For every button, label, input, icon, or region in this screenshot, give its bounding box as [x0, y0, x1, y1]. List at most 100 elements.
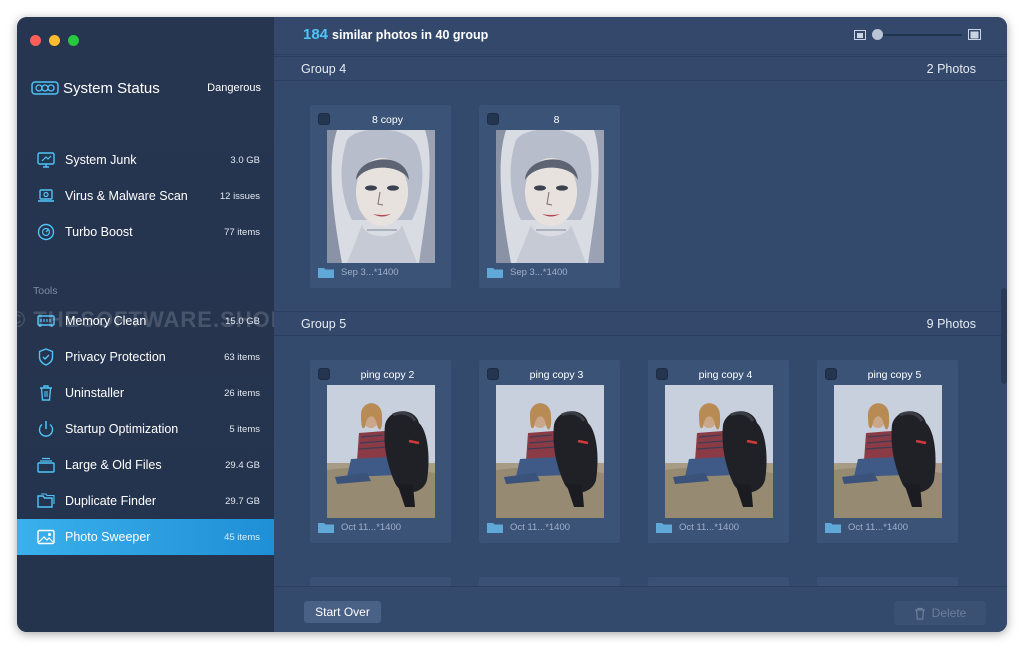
shield-check-icon [37, 348, 55, 366]
photo-card[interactable]: ping copy 2 Oct 11...*1400 [310, 360, 451, 543]
sidebar: System Status Dangerous System Junk 3.0 … [17, 17, 274, 632]
photo-card[interactable]: ping copy 4 Oct 11...*1400 [648, 360, 789, 543]
photo-card-partial[interactable] [310, 577, 451, 586]
photo-checkbox[interactable] [487, 368, 499, 380]
delete-button-label: Delete [931, 606, 967, 620]
photo-checkbox[interactable] [318, 113, 330, 125]
sidebar-item-privacy-protection[interactable]: Privacy Protection 63 items [17, 339, 274, 375]
photo-meta: Oct 11...*1400 [318, 522, 401, 533]
sidebar-item-count: 63 items [224, 351, 260, 363]
photo-meta-text: Sep 3...*1400 [341, 267, 399, 278]
photo-checkbox[interactable] [487, 113, 499, 125]
trash-icon [37, 384, 55, 402]
sidebar-item-label: Privacy Protection [65, 350, 166, 364]
sidebar-item-label: Turbo Boost [65, 225, 133, 239]
group-name: Group 4 [301, 62, 347, 76]
trash-icon [914, 607, 925, 620]
app-window: System Status Dangerous System Junk 3.0 … [17, 17, 1007, 632]
photo-card[interactable]: ping copy 5 Oct 11...*1400 [817, 360, 958, 543]
results-summary: 184 similar photos in 40 group [303, 26, 488, 43]
sidebar-item-label: System Junk [65, 153, 137, 167]
photo-card-partial[interactable] [479, 577, 620, 586]
girl-with-dog-image [496, 385, 604, 518]
photo-card-partial[interactable] [648, 577, 789, 586]
photo-thumbnail[interactable] [327, 130, 435, 263]
photo-name: ping copy 5 [867, 369, 922, 381]
action-bar: Start Over Delete [274, 586, 1007, 632]
sidebar-item-count: 29.4 GB [225, 459, 260, 471]
delete-button[interactable]: Delete [894, 601, 986, 625]
photo-meta-text: Oct 11...*1400 [679, 522, 740, 533]
photo-card[interactable]: 8 copy Sep 3...*1400 [310, 105, 451, 288]
photo-card[interactable]: 8 Sep 3...*1400 [479, 105, 620, 288]
photo-meta: Sep 3...*1400 [487, 267, 568, 278]
photo-groups-list[interactable]: Group 4 2 Photos 8 copy Sep 3...*1400 8 … [274, 56, 1007, 586]
girl-with-dog-image [327, 385, 435, 518]
sidebar-item-memory-clean[interactable]: Memory Clean 15.0 GB [17, 303, 274, 339]
photo-meta: Oct 11...*1400 [487, 522, 570, 533]
photo-thumbnail[interactable] [496, 385, 604, 518]
laptop-scan-icon [37, 187, 55, 205]
folder-icon [656, 523, 672, 533]
photo-thumbnail[interactable] [496, 130, 604, 263]
portrait-sketch-image [496, 130, 604, 263]
minimize-window-button[interactable] [49, 35, 60, 46]
photo-card[interactable]: ping copy 3 Oct 11...*1400 [479, 360, 620, 543]
duplicate-folder-icon [37, 492, 55, 510]
photo-meta: Oct 11...*1400 [656, 522, 739, 533]
sidebar-item-virus-malware-scan[interactable]: Virus & Malware Scan 12 issues [17, 178, 274, 214]
photo-card-partial[interactable] [817, 577, 958, 586]
sidebar-item-large-old-files[interactable]: Large & Old Files 29.4 GB [17, 447, 274, 483]
photo-meta-text: Oct 11...*1400 [848, 522, 909, 533]
results-summary-text: similar photos in 40 group [332, 28, 489, 42]
similar-photos-count: 184 [303, 26, 329, 43]
sidebar-item-photo-sweeper[interactable]: Photo Sweeper 45 items [17, 519, 274, 555]
sidebar-item-duplicate-finder[interactable]: Duplicate Finder 29.7 GB [17, 483, 274, 519]
photo-name: ping copy 3 [529, 369, 584, 381]
system-status[interactable]: System Status Dangerous [31, 77, 261, 99]
group-name: Group 5 [301, 317, 347, 331]
group-header: Group 4 2 Photos [274, 56, 1007, 81]
folder-icon [487, 523, 503, 533]
portrait-sketch-image [327, 130, 435, 263]
vertical-scrollbar[interactable] [1001, 288, 1007, 384]
photo-name: 8 copy [372, 114, 403, 126]
group-photo-count: 9 Photos [926, 317, 976, 331]
sidebar-item-startup-optimization[interactable]: Startup Optimization 5 items [17, 411, 274, 447]
group-photo-count: 2 Photos [926, 62, 976, 76]
main-panel: 184 similar photos in 40 group Group 4 2 … [274, 17, 1007, 632]
sidebar-item-system-junk[interactable]: System Junk 3.0 GB [17, 142, 274, 178]
slider-knob[interactable] [872, 28, 883, 40]
sidebar-item-uninstaller[interactable]: Uninstaller 26 items [17, 375, 274, 411]
photo-thumbnail[interactable] [834, 385, 942, 518]
sidebar-item-count: 77 items [224, 226, 260, 238]
small-thumbnail-icon[interactable] [854, 29, 866, 40]
power-icon [37, 420, 55, 438]
sidebar-item-count: 12 issues [219, 190, 260, 202]
large-thumbnail-icon[interactable] [968, 29, 981, 40]
sidebar-item-label: Startup Optimization [65, 422, 179, 436]
sidebar-item-label: Large & Old Files [65, 458, 162, 472]
sidebar-item-turbo-boost[interactable]: Turbo Boost 77 items [17, 214, 274, 250]
girl-with-dog-image [834, 385, 942, 518]
sidebar-item-count: 15.0 GB [225, 315, 260, 327]
photo-thumbnail[interactable] [665, 385, 773, 518]
photo-checkbox[interactable] [825, 368, 837, 380]
photo-name: 8 [553, 114, 560, 126]
start-over-button[interactable]: Start Over [304, 601, 381, 623]
photo-checkbox[interactable] [318, 368, 330, 380]
zoom-window-button[interactable] [68, 35, 79, 46]
thumbnail-size-slider[interactable] [872, 28, 962, 40]
window-controls [30, 35, 79, 46]
tools-section-label: Tools [33, 285, 58, 297]
sidebar-item-count: 26 items [224, 387, 260, 399]
photo-checkbox[interactable] [656, 368, 668, 380]
sidebar-item-label: Uninstaller [65, 386, 125, 400]
close-window-button[interactable] [30, 35, 41, 46]
photo-meta-text: Sep 3...*1400 [510, 267, 568, 278]
thumbnail-size-control [854, 28, 981, 40]
folder-icon [825, 523, 841, 533]
folder-icon [487, 268, 503, 278]
girl-with-dog-image [665, 385, 773, 518]
photo-thumbnail[interactable] [327, 385, 435, 518]
